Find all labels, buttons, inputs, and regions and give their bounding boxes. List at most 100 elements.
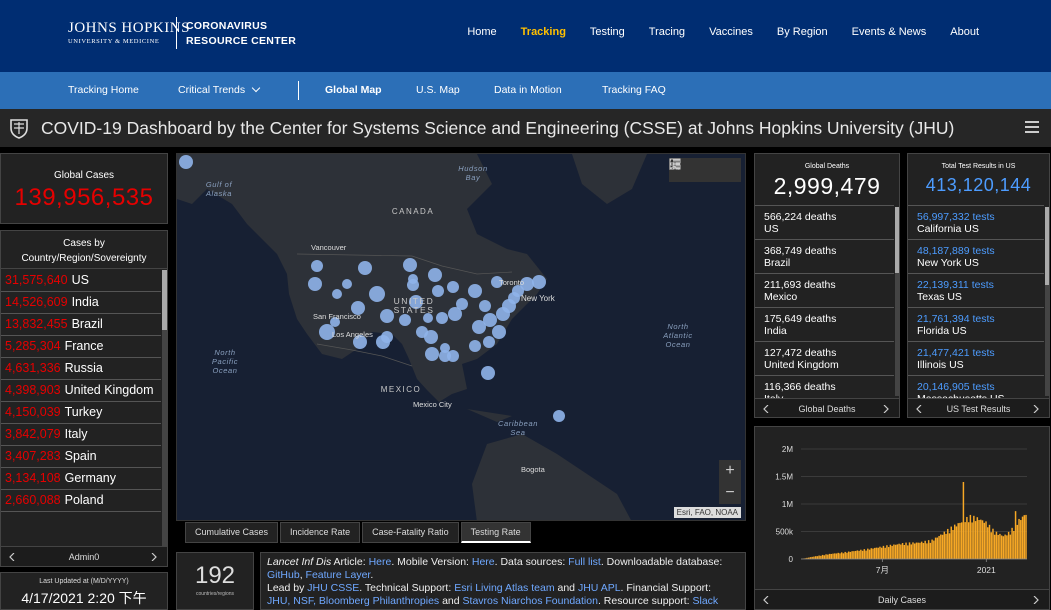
list-item[interactable]: 20,146,905 testsMassachusetts US [908, 375, 1044, 398]
case-bubble[interactable] [358, 261, 372, 275]
case-bubble[interactable] [472, 320, 486, 334]
nav-tracing[interactable]: Tracing [649, 26, 685, 38]
list-item[interactable]: 14,526,609 India [1, 292, 161, 314]
case-bubble[interactable] [399, 314, 411, 326]
case-bubble[interactable] [308, 277, 322, 291]
jhu-csse-link[interactable]: JHU CSSE [307, 582, 359, 594]
case-bubble[interactable] [469, 340, 481, 352]
case-bubble[interactable] [468, 284, 482, 298]
list-item[interactable]: 48,187,889 tests New York US [908, 239, 1044, 273]
case-bubble[interactable] [532, 275, 546, 289]
list-item[interactable]: 4,398,903 United Kingdom [1, 380, 161, 402]
case-bubble[interactable] [496, 307, 510, 321]
list-item[interactable]: 22,139,311 tests Texas US [908, 273, 1044, 307]
zoom-in-button[interactable]: + [719, 460, 741, 482]
esri-team-link[interactable]: Esri Living Atlas team [454, 582, 554, 594]
next-arrow-icon[interactable] [883, 405, 889, 413]
nav-by-region[interactable]: By Region [777, 26, 828, 38]
deaths-list[interactable]: 566,224 deaths US 368,749 deaths Brazil 211,… [755, 205, 894, 398]
list-item[interactable]: 31,575,640 US [1, 270, 161, 292]
tab-incidence-rate[interactable]: Incidence Rate [280, 522, 361, 543]
jhu-logo[interactable]: JOHNS HOPKINS UNIVERSITY & MEDICINE CORO… [68, 17, 298, 57]
nav-about[interactable]: About [950, 26, 979, 38]
feature-layer-link[interactable]: Feature Layer [306, 569, 371, 581]
list-item[interactable]: 2,660,088 Poland [1, 490, 161, 512]
case-bubble[interactable] [428, 268, 442, 282]
subnav-tracking-home[interactable]: Tracking Home [68, 84, 139, 96]
case-bubble[interactable] [342, 279, 352, 289]
case-bubble[interactable] [332, 289, 342, 299]
list-item[interactable]: 3,407,283 Spain [1, 446, 161, 468]
article-link[interactable]: Here [369, 556, 392, 568]
full-list-link[interactable]: Full list [568, 556, 601, 568]
nav-events-news[interactable]: Events & News [852, 26, 927, 38]
case-bubble[interactable] [439, 350, 451, 362]
case-bubble[interactable] [483, 336, 495, 348]
list-item[interactable]: 56,997,332 tests California US [908, 205, 1044, 239]
nav-vaccines[interactable]: Vaccines [709, 26, 753, 38]
mobile-version-link[interactable]: Here [472, 556, 495, 568]
subnav-critical-trends[interactable]: Critical Trends [178, 83, 261, 96]
prev-arrow-icon[interactable] [916, 405, 922, 413]
tab-cumulative-cases[interactable]: Cumulative Cases [185, 522, 279, 543]
menu-icon[interactable] [1025, 121, 1039, 133]
cases-scrollbar-thumb[interactable] [162, 270, 167, 330]
case-bubble[interactable] [311, 260, 323, 272]
daily-cases-chart[interactable]: 0 500k 1M 1.5M 2M 7月 2021 [755, 427, 1049, 587]
funders-link[interactable]: JHU, NSF, Bloomberg Philanthropies [267, 595, 439, 607]
zoom-out-button[interactable]: − [719, 482, 741, 504]
list-item[interactable]: 116,366 deathsItaly [755, 375, 894, 398]
subnav-global-map[interactable]: Global Map [325, 84, 382, 96]
list-item[interactable]: 4,631,336 Russia [1, 358, 161, 380]
list-item[interactable]: 3,842,079 Italy [1, 424, 161, 446]
case-bubble[interactable] [369, 286, 385, 302]
list-item[interactable]: 211,693 deaths Mexico [755, 273, 894, 307]
next-arrow-icon[interactable] [1033, 596, 1039, 604]
tests-scrollbar-thumb[interactable] [1045, 207, 1049, 285]
list-item[interactable]: 175,649 deaths India [755, 307, 894, 341]
tab-testing-rate[interactable]: Testing Rate [460, 522, 531, 543]
next-arrow-icon[interactable] [1033, 405, 1039, 413]
cases-list[interactable]: 31,575,640 US 14,526,609 India 13,832,455 Bra… [1, 270, 161, 512]
case-bubble[interactable] [447, 281, 459, 293]
case-bubble[interactable] [424, 330, 438, 344]
case-bubble[interactable] [425, 347, 439, 361]
slack-link[interactable]: Slack [692, 595, 718, 607]
list-item[interactable]: 21,477,421 tests Illinois US [908, 341, 1044, 375]
case-bubble[interactable] [479, 300, 491, 312]
list-item[interactable]: 127,472 deaths United Kingdom [755, 341, 894, 375]
subnav-data-in-motion[interactable]: Data in Motion [494, 84, 562, 96]
case-bubble[interactable] [179, 155, 193, 169]
case-bubble[interactable] [553, 410, 565, 422]
case-bubble[interactable] [492, 325, 506, 339]
case-bubble[interactable] [408, 274, 418, 284]
case-bubble[interactable] [448, 307, 462, 321]
list-item[interactable]: 5,285,304 France [1, 336, 161, 358]
tests-list[interactable]: 56,997,332 tests California US 48,187,889 … [908, 205, 1044, 398]
basemap-gallery-icon[interactable] [669, 158, 681, 170]
github-link[interactable]: GitHub [267, 569, 300, 581]
list-item[interactable]: 21,761,394 tests Florida US [908, 307, 1044, 341]
global-map[interactable]: Gulf of Alaska Hudson Bay CANADA UNITED STA… [176, 153, 746, 521]
deaths-scrollbar-thumb[interactable] [895, 207, 899, 273]
list-item[interactable]: 566,224 deaths US [755, 205, 894, 239]
nav-tracking[interactable]: Tracking [521, 26, 566, 38]
next-arrow-icon[interactable] [151, 553, 157, 561]
tab-case-fatality-ratio[interactable]: Case-Fatality Ratio [362, 522, 459, 543]
prev-arrow-icon[interactable] [9, 553, 15, 561]
case-bubble[interactable] [376, 335, 390, 349]
jhu-apl-link[interactable]: JHU APL [578, 582, 621, 594]
list-item[interactable]: 368,749 deaths Brazil [755, 239, 894, 273]
nav-testing[interactable]: Testing [590, 26, 625, 38]
stavros-link[interactable]: Stavros Niarchos Foundation [463, 595, 598, 607]
subnav-tracking-faq[interactable]: Tracking FAQ [602, 84, 666, 96]
list-item[interactable]: 3,134,108 Germany [1, 468, 161, 490]
nav-home[interactable]: Home [467, 26, 496, 38]
prev-arrow-icon[interactable] [763, 405, 769, 413]
case-bubble[interactable] [481, 366, 495, 380]
list-item[interactable]: 13,832,455 Brazil [1, 314, 161, 336]
subnav-us-map[interactable]: U.S. Map [416, 84, 460, 96]
list-item[interactable]: 4,150,039 Turkey [1, 402, 161, 424]
prev-arrow-icon[interactable] [763, 596, 769, 604]
case-bubble[interactable] [403, 258, 417, 272]
